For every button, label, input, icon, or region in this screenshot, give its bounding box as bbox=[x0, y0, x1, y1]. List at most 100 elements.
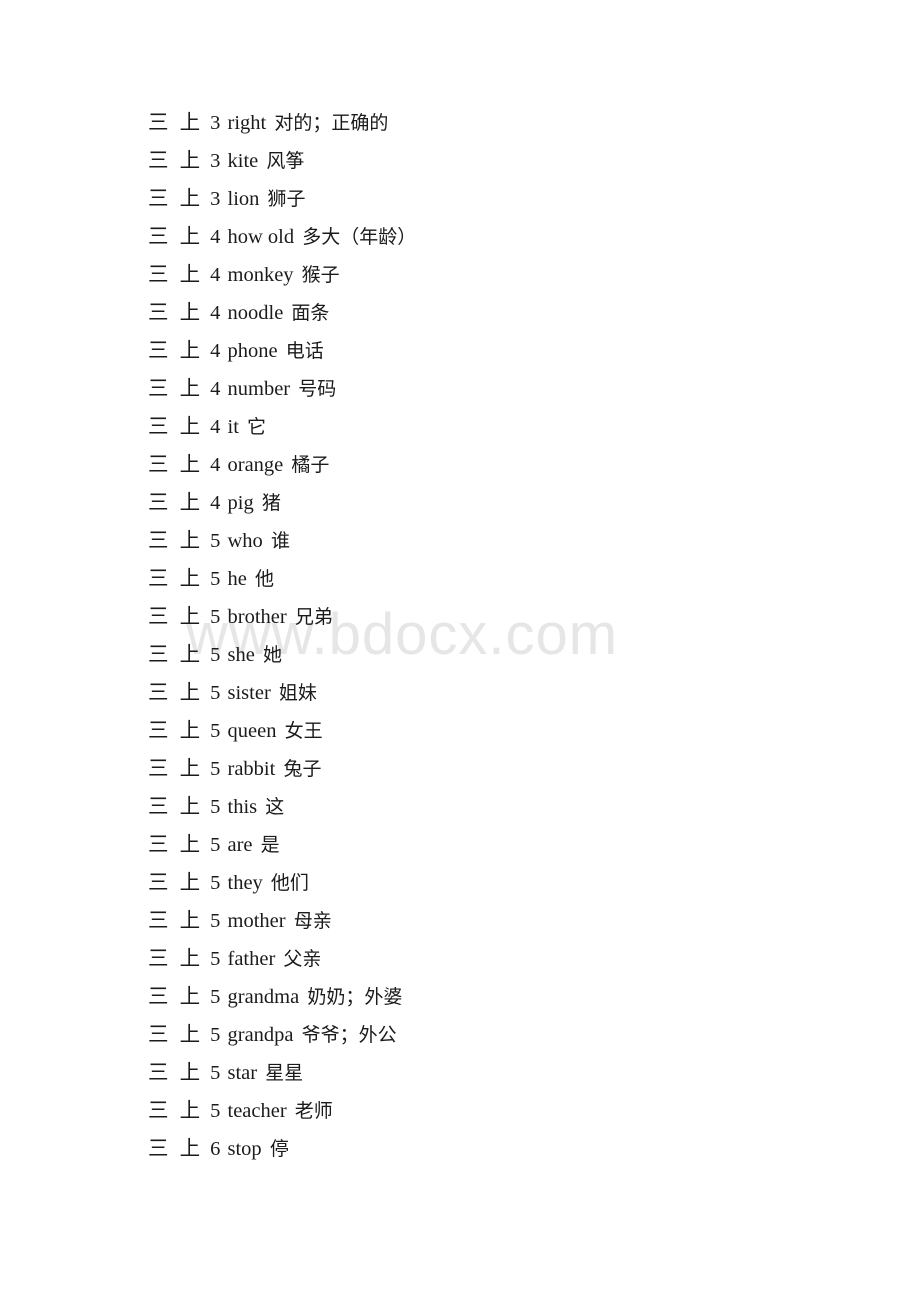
entry-unit-number: 5 bbox=[210, 910, 221, 932]
entry-unit-number: 4 bbox=[210, 454, 221, 476]
entry-english-word: father bbox=[227, 948, 276, 970]
entry-english-word: teacher bbox=[227, 1100, 287, 1122]
vocabulary-entry-row: 三 上 3 lion 狮子 bbox=[148, 180, 848, 218]
entry-chinese-gloss: 奶奶；外婆 bbox=[307, 986, 403, 1008]
entry-unit-number: 5 bbox=[210, 796, 221, 818]
entry-chinese-gloss: 他 bbox=[254, 568, 274, 590]
entry-grade-label: 三 上 bbox=[148, 112, 204, 134]
entry-chinese-gloss: 老师 bbox=[294, 1100, 333, 1122]
entry-grade-label: 三 上 bbox=[148, 264, 204, 286]
vocabulary-entry-row: 三 上 4 it 它 bbox=[148, 408, 848, 446]
entry-grade-label: 三 上 bbox=[148, 910, 204, 932]
vocabulary-entry-row: 三 上 5 queen 女王 bbox=[148, 712, 848, 750]
entry-grade-label: 三 上 bbox=[148, 796, 204, 818]
entry-chinese-gloss: 风筝 bbox=[266, 150, 305, 172]
entry-chinese-gloss: 它 bbox=[247, 416, 267, 438]
entry-english-word: it bbox=[227, 416, 239, 438]
vocabulary-entry-row: 三 上 5 grandma 奶奶；外婆 bbox=[148, 978, 848, 1016]
entry-grade-label: 三 上 bbox=[148, 1138, 204, 1160]
entry-grade-label: 三 上 bbox=[148, 644, 204, 666]
entry-english-word: they bbox=[227, 872, 263, 894]
entry-unit-number: 3 bbox=[210, 188, 221, 210]
entry-grade-label: 三 上 bbox=[148, 1062, 204, 1084]
entry-english-word: who bbox=[227, 530, 263, 552]
entry-grade-label: 三 上 bbox=[148, 492, 204, 514]
entry-unit-number: 5 bbox=[210, 986, 221, 1008]
vocabulary-entry-row: 三 上 4 phone 电话 bbox=[148, 332, 848, 370]
vocabulary-entry-row: 三 上 5 father 父亲 bbox=[148, 940, 848, 978]
entry-unit-number: 5 bbox=[210, 758, 221, 780]
vocabulary-entry-row: 三 上 4 pig 猪 bbox=[148, 484, 848, 522]
vocabulary-entry-row: 三 上 5 this 这 bbox=[148, 788, 848, 826]
entry-grade-label: 三 上 bbox=[148, 302, 204, 324]
entry-chinese-gloss: 停 bbox=[269, 1138, 289, 1160]
entry-english-word: lion bbox=[227, 188, 260, 210]
entry-chinese-gloss: 猪 bbox=[261, 492, 281, 514]
entry-unit-number: 5 bbox=[210, 834, 221, 856]
vocabulary-entry-row: 三 上 5 star 星星 bbox=[148, 1054, 848, 1092]
document-page: www.bdocx.com 三 上3 right 对的；正确的三 上3 kite… bbox=[0, 0, 920, 1302]
entry-chinese-gloss: 姐妹 bbox=[278, 682, 317, 704]
entry-english-word: right bbox=[227, 112, 267, 134]
entry-english-word: he bbox=[227, 568, 247, 590]
entry-chinese-gloss: 爷爷；外公 bbox=[301, 1024, 397, 1046]
entry-grade-label: 三 上 bbox=[148, 682, 204, 704]
vocabulary-entry-row: 三 上 5 brother 兄弟 bbox=[148, 598, 848, 636]
entry-unit-number: 3 bbox=[210, 112, 221, 134]
entry-chinese-gloss: 星星 bbox=[265, 1062, 304, 1084]
entry-english-word: stop bbox=[227, 1138, 262, 1160]
entry-chinese-gloss: 母亲 bbox=[293, 910, 332, 932]
entry-unit-number: 5 bbox=[210, 644, 221, 666]
vocabulary-entry-row: 三 上 4 monkey 猴子 bbox=[148, 256, 848, 294]
entry-english-word: noodle bbox=[227, 302, 284, 324]
entry-grade-label: 三 上 bbox=[148, 188, 204, 210]
entry-grade-label: 三 上 bbox=[148, 340, 204, 362]
vocabulary-entry-row: 三 上 4 number 号码 bbox=[148, 370, 848, 408]
entry-unit-number: 4 bbox=[210, 302, 221, 324]
entry-chinese-gloss: 橘子 bbox=[291, 454, 330, 476]
entry-grade-label: 三 上 bbox=[148, 948, 204, 970]
entry-english-word: sister bbox=[227, 682, 271, 704]
entry-unit-number: 3 bbox=[210, 150, 221, 172]
entry-english-word: phone bbox=[227, 340, 278, 362]
vocabulary-entry-list: 三 上3 right 对的；正确的三 上3 kite 风筝三 上3 lion 狮… bbox=[148, 104, 848, 1168]
vocabulary-entry-row: 三 上 4 noodle 面条 bbox=[148, 294, 848, 332]
entry-chinese-gloss: 她 bbox=[262, 644, 282, 666]
entry-chinese-gloss: 号码 bbox=[298, 378, 337, 400]
entry-chinese-gloss: 谁 bbox=[270, 530, 290, 552]
entry-english-word: are bbox=[227, 834, 253, 856]
entry-grade-label: 三 上 bbox=[148, 416, 204, 438]
vocabulary-entry-row: 三 上 4 how old 多大（年龄） bbox=[148, 218, 848, 256]
entry-english-word: pig bbox=[227, 492, 254, 514]
entry-unit-number: 4 bbox=[210, 340, 221, 362]
vocabulary-entry-row: 三 上 5 she 她 bbox=[148, 636, 848, 674]
entry-unit-number: 4 bbox=[210, 378, 221, 400]
entry-grade-label: 三 上 bbox=[148, 986, 204, 1008]
entry-english-word: brother bbox=[227, 606, 287, 628]
entry-grade-label: 三 上 bbox=[148, 530, 204, 552]
entry-unit-number: 4 bbox=[210, 492, 221, 514]
entry-english-word: grandpa bbox=[227, 1024, 294, 1046]
entry-unit-number: 4 bbox=[210, 264, 221, 286]
entry-grade-label: 三 上 bbox=[148, 720, 204, 742]
entry-chinese-gloss: 狮子 bbox=[267, 188, 306, 210]
entry-chinese-gloss: 面条 bbox=[291, 302, 330, 324]
entry-unit-number: 5 bbox=[210, 1024, 221, 1046]
entry-grade-label: 三 上 bbox=[148, 872, 204, 894]
entry-grade-label: 三 上 bbox=[148, 226, 204, 248]
vocabulary-entry-row: 三 上 5 sister 姐妹 bbox=[148, 674, 848, 712]
entry-english-word: star bbox=[227, 1062, 258, 1084]
entry-unit-number: 4 bbox=[210, 416, 221, 438]
entry-chinese-gloss: 他们 bbox=[270, 872, 309, 894]
entry-grade-label: 三 上 bbox=[148, 454, 204, 476]
vocabulary-entry-row: 三 上 3 kite 风筝 bbox=[148, 142, 848, 180]
entry-grade-label: 三 上 bbox=[148, 150, 204, 172]
entry-unit-number: 5 bbox=[210, 872, 221, 894]
entry-english-word: she bbox=[227, 644, 255, 666]
entry-chinese-gloss: 电话 bbox=[285, 340, 324, 362]
entry-chinese-gloss: 多大（年龄） bbox=[302, 226, 417, 248]
entry-grade-label: 三 上 bbox=[148, 378, 204, 400]
vocabulary-entry-row: 三 上 5 who 谁 bbox=[148, 522, 848, 560]
entry-english-word: how old bbox=[227, 226, 295, 248]
entry-english-word: queen bbox=[227, 720, 277, 742]
